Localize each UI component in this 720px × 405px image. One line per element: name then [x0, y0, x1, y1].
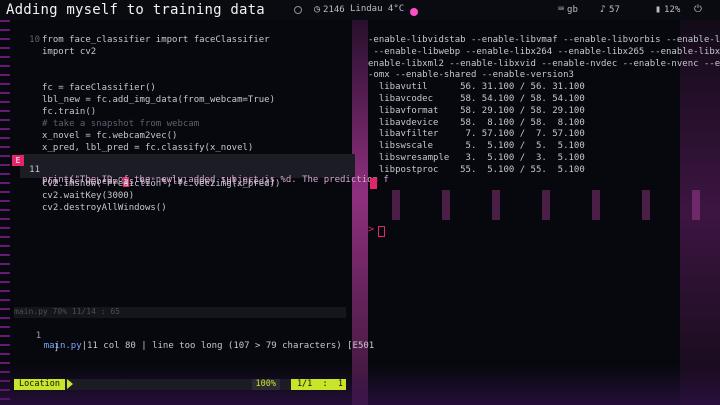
code-line[interactable]: lbl_new = fc.add_img_data(from_webcam=Tr…: [10, 95, 350, 107]
code-text: x_pred, lbl_pred = fc.classify(x_novel): [42, 143, 254, 153]
terminal-line: -enable-libvidstab --enable-libvmaf --en…: [368, 35, 720, 45]
code-line[interactable]: [10, 59, 350, 71]
code-text: import cv2: [42, 47, 97, 57]
terminal-line: libavcodec 58. 54.100 / 58. 54.100: [368, 94, 585, 104]
battery-widget[interactable]: ▮ 12%: [655, 4, 680, 15]
scroll-percent: 100%: [251, 379, 280, 390]
statusline: Location 100% 1/1 : 1: [14, 379, 346, 390]
terminal-line: libavdevice 58. 8.100 / 58. 8.100: [368, 117, 585, 128]
code-line[interactable]: [10, 71, 350, 83]
background-glow-left: [0, 20, 10, 405]
keyboard-layout: gb: [567, 4, 578, 15]
clock-icon: ◷: [314, 4, 321, 15]
terminal-line: libavfilter 7. 57.100 / 7. 57.100: [368, 129, 585, 140]
terminal-line: enable-libxml2 --enable-libxvid --enable…: [368, 58, 720, 69]
weather-text: Lindau 4°C: [350, 4, 405, 14]
loclist-entry[interactable]: 1 main.py|11 col 80 | line too long (107…: [14, 321, 375, 361]
clock-time: 2146: [323, 4, 345, 15]
code-line[interactable]: # take a snapshot from webcam: [10, 119, 350, 131]
code-line-current-wrap[interactable]: rom the webcam is %d" %(lbl_new, lbl_pre…: [10, 167, 350, 187]
code-line[interactable]: cv2.destroyAllWindows(): [10, 203, 350, 215]
volume-icon: ♪: [600, 4, 607, 15]
terminal-line: libpostproc 55. 5.100 / 55. 5.100: [368, 164, 585, 175]
code-text: lbl_new = fc.add_img_data(from_webcam=Tr…: [42, 95, 275, 105]
inactive-statusline: main.py 70% 11/14 : 65: [14, 307, 346, 318]
loclist-entry-wrap: ]: [14, 333, 59, 363]
loclist-position: |11 col 80: [81, 341, 142, 351]
code-text: x_novel = fc.webcam2vec(): [42, 131, 178, 141]
code-text: fc = faceClassifier(): [42, 83, 156, 93]
code-line[interactable]: x_novel = fc.webcam2vec(): [10, 131, 350, 143]
shell-prompt: >: [368, 224, 375, 235]
code-text: cv2.imshow("Prediction", fc.vec2img(x_pr…: [42, 179, 281, 189]
code-line-current[interactable]: 11 print("The ID of the newly added subj…: [10, 155, 389, 185]
cursor-position: 1/1 : 1: [290, 379, 346, 390]
terminal-pane[interactable]: -enable-libvidstab --enable-libvmaf --en…: [368, 30, 720, 195]
code-line[interactable]: cv2.imshow("Prediction", fc.vec2img(x_pr…: [10, 179, 350, 191]
workspace-indicator[interactable]: [294, 6, 302, 14]
terminal-cursor: [370, 178, 377, 189]
power-menu[interactable]: ⏻: [694, 4, 702, 15]
battery-icon: ▮: [655, 4, 662, 15]
clock-widget[interactable]: ◷ 2146: [314, 4, 345, 15]
terminal-line: libswresample 3. 5.100 / 3. 5.100: [368, 153, 585, 163]
editor-pane[interactable]: 10 from face_classifier import faceClassi…: [10, 30, 389, 390]
code-line[interactable]: fc = faceClassifier(): [10, 83, 350, 95]
terminal-line: libavformat 58. 29.100 / 58. 29.100: [368, 105, 585, 116]
terminal-line: libswscale 5. 5.100 / 5. 5.100: [368, 141, 585, 152]
code-text: from face_classifier import faceClassifi…: [42, 35, 270, 45]
code-text: cv2.destroyAllWindows(): [42, 203, 167, 213]
prompt-cursor: [378, 226, 385, 237]
mode-separator: [67, 379, 73, 389]
code-text: fc.train(): [42, 107, 97, 117]
code-line[interactable]: import cv2: [10, 47, 350, 59]
line-number: 10: [29, 35, 40, 45]
keyboard-icon: ⌨: [558, 4, 565, 15]
loclist-message: | line too long (107 > 79 characters) [E…: [141, 341, 375, 351]
code-line[interactable]: 10 from face_classifier import faceClassi…: [10, 35, 350, 47]
terminal-line: --enable-libwebp --enable-libx264 --enab…: [368, 46, 720, 57]
weather-widget[interactable]: Lindau 4°C: [350, 4, 404, 14]
terminal-line: -omx --enable-shared --enable-version3: [368, 70, 574, 81]
code-line[interactable]: cv2.waitKey(3000): [10, 191, 350, 203]
mode-indicator: Location: [14, 379, 65, 390]
power-icon: ⏻: [694, 4, 702, 15]
video-title: Adding myself to training data: [6, 2, 265, 18]
terminal-line: libavutil 56. 31.100 / 56. 31.100: [368, 82, 585, 93]
loclist-message-cont: ]: [53, 343, 60, 353]
code-line[interactable]: fc.train(): [10, 107, 350, 119]
status-dot-icon: [410, 8, 418, 16]
volume-widget[interactable]: ♪ 57: [600, 4, 620, 15]
code-text: # take a snapshot from webcam: [42, 119, 200, 129]
terminal-pane-lower[interactable]: >: [368, 218, 710, 248]
volume-level: 57: [609, 4, 620, 15]
battery-level: 12%: [664, 4, 681, 15]
top-bar: Adding myself to training data ◷ 2146 Li…: [0, 0, 720, 20]
keyboard-layout-widget[interactable]: ⌨ gb: [558, 4, 578, 15]
code-text: cv2.waitKey(3000): [42, 191, 135, 201]
